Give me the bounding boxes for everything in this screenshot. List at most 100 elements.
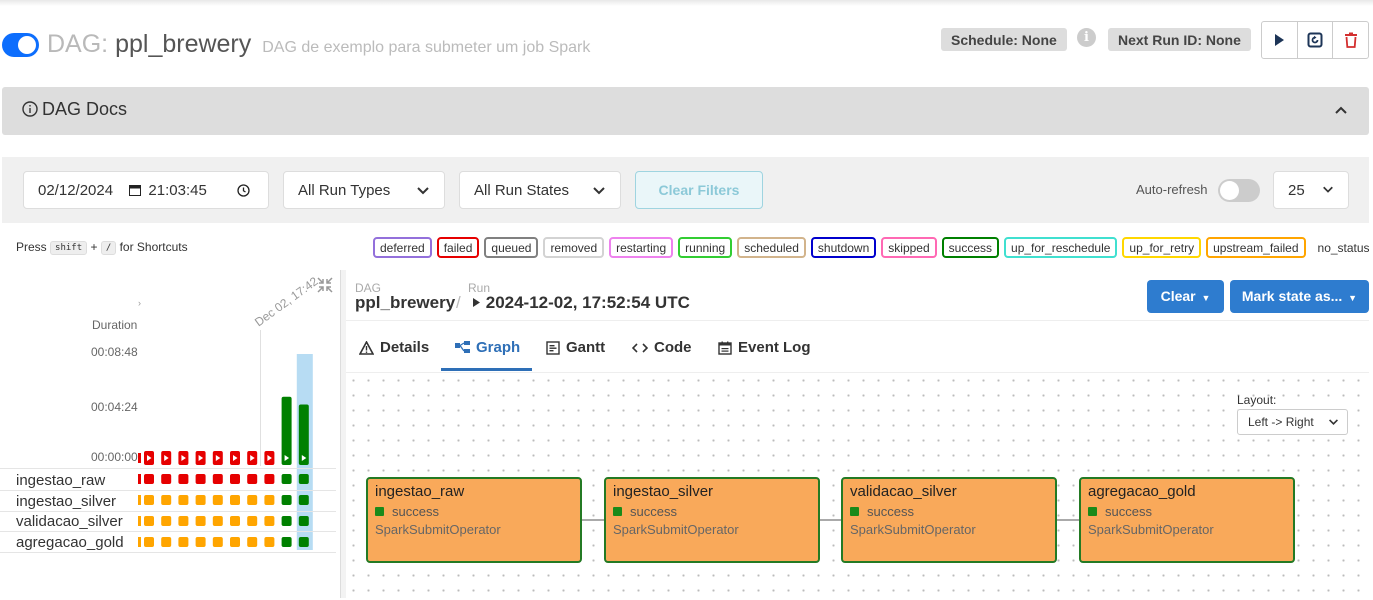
legend-running[interactable]: running [678, 237, 733, 258]
task-instance-cell[interactable] [230, 516, 240, 526]
chevron-up-icon [1335, 101, 1347, 117]
run-state-select[interactable]: All Run States [459, 171, 621, 209]
task-instance-cell[interactable] [281, 537, 292, 547]
base-date-input[interactable]: 02/12/2024 21:03:45 [23, 171, 269, 209]
legend-no-status[interactable]: no_status [1311, 237, 1373, 258]
legend-scheduled[interactable]: scheduled [737, 237, 806, 258]
run-duration-bar[interactable] [281, 396, 292, 465]
tab-event-log[interactable]: Event Log [718, 339, 811, 356]
task-instance-cell[interactable] [178, 495, 189, 505]
row-divider [0, 468, 336, 469]
task-instance-cell[interactable] [144, 537, 154, 547]
legend-up-for-retry[interactable]: up_for_retry [1122, 237, 1202, 258]
tab-code[interactable]: Code [632, 339, 692, 356]
next-run-badge: Next Run ID: None [1108, 28, 1251, 51]
run-type-select[interactable]: All Run Types [283, 171, 445, 209]
task-label-ingestao-raw[interactable]: ingestao_raw [16, 472, 105, 489]
task-instance-cell[interactable] [264, 537, 275, 547]
tab-label: Event Log [738, 339, 811, 356]
task-instance-cell[interactable] [212, 474, 223, 484]
task-instance-cell[interactable] [161, 537, 172, 547]
task-instance-cell[interactable] [298, 495, 309, 505]
graph-node-ingestao-silver[interactable]: ingestao_silver success SparkSubmitOpera… [604, 477, 820, 563]
task-instance-cell[interactable] [178, 474, 189, 484]
legend-upstream-failed[interactable]: upstream_failed [1206, 237, 1306, 258]
tab-details[interactable]: Details [359, 339, 429, 356]
clear-filters-button[interactable]: Clear Filters [635, 171, 763, 209]
delete-dag-button[interactable] [1333, 22, 1368, 58]
page-size-select[interactable]: 25 [1273, 171, 1349, 209]
task-instance-cell[interactable] [195, 537, 206, 547]
shortcut-key-shift: shift [50, 241, 88, 255]
clear-run-button[interactable]: Clear ▼ [1147, 280, 1224, 313]
task-instance-cell[interactable] [144, 495, 154, 505]
task-instance-cell[interactable] [281, 474, 292, 484]
task-instance-cell[interactable] [281, 495, 292, 505]
task-instance-cell[interactable] [230, 474, 240, 484]
tab-graph[interactable]: Graph [455, 339, 520, 356]
task-instance-cell[interactable] [281, 516, 292, 526]
dag-pause-toggle[interactable] [2, 33, 39, 57]
task-label-agregacao-gold[interactable]: agregacao_gold [16, 534, 124, 551]
task-instance-cell[interactable] [212, 537, 223, 547]
task-instance-cell[interactable] [247, 495, 258, 505]
dag-docs-accordion[interactable]: DAG Docs [2, 87, 1369, 135]
task-label-validacao-silver[interactable]: validacao_silver [16, 513, 123, 530]
task-instance-cell[interactable] [144, 474, 154, 484]
node-name: ingestao_raw [375, 483, 465, 500]
task-instance-cell[interactable] [230, 537, 240, 547]
task-instance-cell[interactable] [195, 474, 206, 484]
task-instance-cell[interactable] [212, 516, 223, 526]
node-state-label: success [867, 504, 914, 519]
task-instance-cell[interactable] [264, 495, 275, 505]
task-instance-cell[interactable] [230, 495, 240, 505]
layout-select[interactable]: Left -> Right [1237, 409, 1348, 435]
task-instance-cell[interactable] [298, 474, 309, 484]
task-instance-cell[interactable] [247, 516, 258, 526]
task-instance-cell[interactable] [264, 516, 275, 526]
legend-up-for-reschedule[interactable]: up_for_reschedule [1004, 237, 1118, 258]
task-instance-cell[interactable] [161, 516, 172, 526]
tab-gantt[interactable]: Gantt [546, 339, 605, 356]
graph-node-validacao-silver[interactable]: validacao_silver success SparkSubmitOper… [841, 477, 1057, 563]
legend-success[interactable]: success [941, 237, 1000, 258]
reparse-icon [1307, 32, 1323, 48]
task-instance-cell[interactable] [247, 537, 258, 547]
legend-deferred[interactable]: deferred [373, 237, 432, 258]
task-instance-cell-partial [138, 516, 141, 526]
task-instance-cell[interactable] [247, 474, 258, 484]
legend-removed[interactable]: removed [543, 237, 605, 258]
mark-state-label: Mark state as... [1241, 288, 1343, 304]
task-instance-cell[interactable] [264, 474, 275, 484]
legend-restarting[interactable]: restarting [609, 237, 674, 258]
node-state: success [613, 504, 677, 519]
trigger-dag-button[interactable] [1262, 22, 1298, 58]
gantt-icon [546, 340, 560, 355]
task-instance-cell[interactable] [298, 516, 309, 526]
legend-queued[interactable]: queued [484, 237, 539, 258]
mark-state-button[interactable]: Mark state as... ▼ [1230, 280, 1369, 313]
task-label-ingestao-silver[interactable]: ingestao_silver [16, 493, 116, 510]
task-instance-cell[interactable] [161, 474, 172, 484]
breadcrumb-run[interactable]: 2024-12-02, 17:52:54 UTC [472, 293, 690, 313]
legend-failed[interactable]: failed [436, 237, 480, 258]
task-instance-cell[interactable] [161, 495, 172, 505]
task-instance-cell[interactable] [298, 537, 309, 547]
task-instance-cell[interactable] [144, 516, 154, 526]
task-instance-cell[interactable] [212, 495, 223, 505]
legend-shutdown[interactable]: shutdown [810, 237, 877, 258]
info-icon[interactable]: i [1077, 28, 1096, 47]
task-instance-cell[interactable] [195, 495, 206, 505]
auto-refresh-toggle[interactable] [1218, 179, 1260, 202]
legend-skipped[interactable]: skipped [881, 237, 937, 258]
layout-value: Left -> Right [1248, 415, 1314, 429]
task-instance-cell[interactable] [178, 537, 189, 547]
reparse-dag-button[interactable] [1298, 22, 1334, 58]
breadcrumb-dag[interactable]: ppl_brewery [355, 293, 455, 313]
task-instance-cell[interactable] [195, 516, 206, 526]
run-duration-bar[interactable] [298, 404, 309, 466]
graph-icon [455, 341, 470, 353]
graph-node-agregacao-gold[interactable]: agregacao_gold success SparkSubmitOperat… [1079, 477, 1295, 563]
task-instance-cell[interactable] [178, 516, 189, 526]
graph-node-ingestao-raw[interactable]: ingestao_raw success SparkSubmitOperator [366, 477, 582, 563]
